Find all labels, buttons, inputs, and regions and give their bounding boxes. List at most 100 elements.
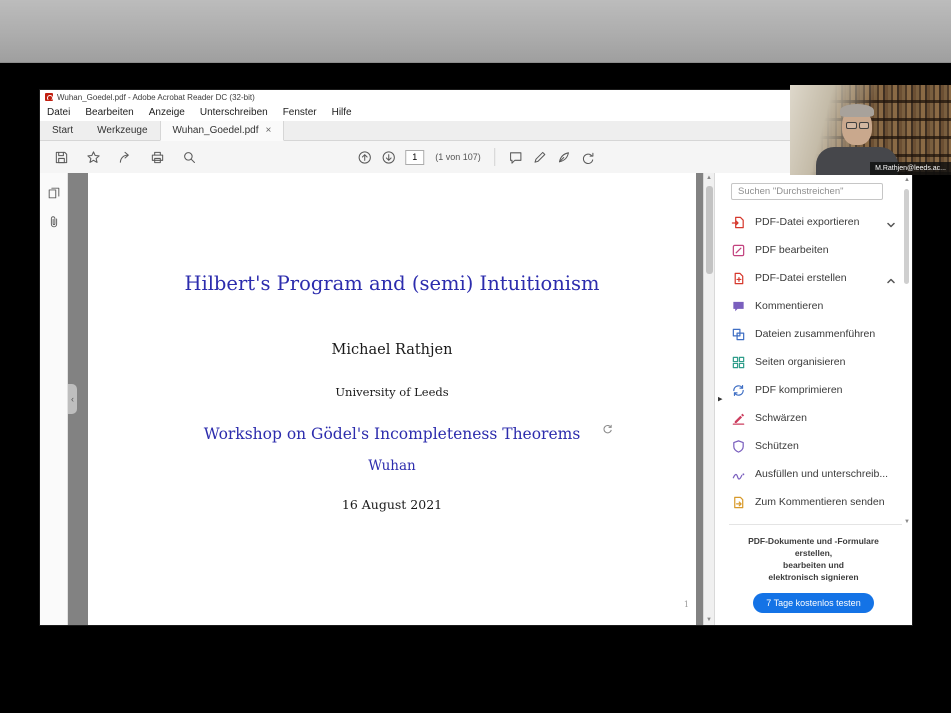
tool-edit-pdf[interactable]: PDF bearbeiten xyxy=(715,236,912,264)
attachments-icon[interactable] xyxy=(47,215,61,229)
tool-label: Schützen xyxy=(755,440,799,452)
tools-panel-scrollbar-thumb[interactable] xyxy=(904,189,909,284)
promo-line-2: bearbeiten und xyxy=(729,560,898,572)
page-thumbnails-icon[interactable] xyxy=(47,186,61,200)
organize-pages-icon xyxy=(731,355,746,370)
event-location: Wuhan xyxy=(88,458,696,474)
tool-export-pdf[interactable]: PDF-Datei exportieren xyxy=(715,208,912,236)
tab-start-label: Start xyxy=(52,125,73,136)
comment-icon xyxy=(731,299,746,314)
tool-protect[interactable]: Schützen xyxy=(715,432,912,460)
page-count-label: (1 von 107) xyxy=(435,152,481,162)
author-name: Michael Rathjen xyxy=(88,342,696,358)
document-viewport[interactable]: Hilbert's Program and (semi) Intuitionis… xyxy=(68,173,714,625)
slide-title: Hilbert's Program and (semi) Intuitionis… xyxy=(88,272,696,295)
window-body: Hilbert's Program and (semi) Intuitionis… xyxy=(40,173,912,625)
export-pdf-icon xyxy=(731,215,746,230)
tool-label: Ausfüllen und unterschreib... xyxy=(755,468,888,480)
speaker-glasses xyxy=(846,122,869,129)
create-pdf-icon xyxy=(731,271,746,286)
menu-datei[interactable]: Datei xyxy=(47,107,70,118)
event-date: 16 August 2021 xyxy=(88,497,696,512)
rotate-pointer-icon xyxy=(602,419,613,430)
webcam-name-label: M.Rathjen@leeds.ac... xyxy=(870,162,951,175)
tool-create-pdf[interactable]: PDF-Datei erstellen xyxy=(715,264,912,292)
tool-redact[interactable]: Schwärzen xyxy=(715,404,912,432)
tool-label: PDF komprimieren xyxy=(755,384,843,396)
tools-panel-scrollbar[interactable]: ▲ ▼ xyxy=(903,177,911,525)
tools-list: PDF-Datei exportieren PDF bearbeiten xyxy=(715,208,912,516)
protect-icon xyxy=(731,439,746,454)
window-title: Wuhan_Goedel.pdf - Adobe Acrobat Reader … xyxy=(57,93,255,102)
webcam-video-tile[interactable]: M.Rathjen@leeds.ac... xyxy=(790,85,951,175)
tool-fill-sign[interactable]: Ausfüllen und unterschreib... xyxy=(715,460,912,488)
zoom-icon[interactable] xyxy=(182,150,197,165)
slide-page-number: 1 xyxy=(684,600,689,609)
tab-close-icon[interactable]: × xyxy=(266,125,272,136)
document-scrollbar-thumb[interactable] xyxy=(706,186,713,274)
fill-sign-icon xyxy=(731,467,746,482)
left-nav-rail xyxy=(40,173,68,625)
tab-start[interactable]: Start xyxy=(40,121,85,140)
menu-unterschreiben[interactable]: Unterschreiben xyxy=(200,107,268,118)
chevron-up-icon[interactable] xyxy=(886,273,896,283)
redact-icon xyxy=(731,411,746,426)
tab-document[interactable]: Wuhan_Goedel.pdf × xyxy=(160,121,285,141)
tab-bar: Start Werkzeuge Wuhan_Goedel.pdf × xyxy=(40,121,912,141)
sign-pen-icon[interactable] xyxy=(556,150,571,165)
panel-scroll-down-icon[interactable]: ▼ xyxy=(903,519,911,525)
tool-label: Kommentieren xyxy=(755,300,823,312)
toolbar-left-group xyxy=(54,141,197,173)
comment-tool-icon[interactable] xyxy=(508,150,523,165)
tool-combine-files[interactable]: Dateien zusammenführen xyxy=(715,320,912,348)
fill-sign-tool-icon[interactable] xyxy=(532,150,547,165)
tool-compress-pdf[interactable]: PDF komprimieren xyxy=(715,376,912,404)
send-and-track-icon[interactable] xyxy=(580,150,595,165)
main-toolbar: (1 von 107) xyxy=(40,141,912,174)
tool-organize-pages[interactable]: Seiten organisieren xyxy=(715,348,912,376)
tool-label: Schwärzen xyxy=(755,412,807,424)
tool-send-for-comments[interactable]: Zum Kommentieren senden xyxy=(715,488,912,516)
tool-comment[interactable]: Kommentieren xyxy=(715,292,912,320)
tool-label: Seiten organisieren xyxy=(755,356,845,368)
scroll-down-icon[interactable]: ▼ xyxy=(704,617,714,623)
tab-werkzeuge[interactable]: Werkzeuge xyxy=(85,121,159,140)
edit-pdf-icon xyxy=(731,243,746,258)
acrobat-app-icon xyxy=(45,93,53,101)
speaker-hair xyxy=(840,104,874,117)
panel-divider xyxy=(729,524,902,525)
send-comments-icon xyxy=(731,495,746,510)
promo-line-3: elektronisch signieren xyxy=(729,572,898,584)
menu-anzeige[interactable]: Anzeige xyxy=(149,107,185,118)
document-scrollbar[interactable]: ▲ ▼ xyxy=(703,173,714,625)
menu-hilfe[interactable]: Hilfe xyxy=(332,107,352,118)
menu-bar: Datei Bearbeiten Anzeige Unterschreiben … xyxy=(40,104,912,121)
save-icon[interactable] xyxy=(54,150,69,165)
menu-bearbeiten[interactable]: Bearbeiten xyxy=(85,107,133,118)
tool-label: PDF-Datei exportieren xyxy=(755,216,859,228)
previous-page-icon[interactable] xyxy=(357,150,372,165)
print-icon[interactable] xyxy=(150,150,165,165)
combine-files-icon xyxy=(731,327,746,342)
share-icon[interactable] xyxy=(118,150,133,165)
tool-label: Dateien zusammenführen xyxy=(755,328,875,340)
pdf-page[interactable]: Hilbert's Program and (semi) Intuitionis… xyxy=(88,173,696,625)
chevron-down-icon[interactable] xyxy=(886,217,896,227)
free-trial-button[interactable]: 7 Tage kostenlos testen xyxy=(753,593,873,613)
star-icon[interactable] xyxy=(86,150,101,165)
next-page-icon[interactable] xyxy=(381,150,396,165)
screen: { "window": { "title": "Wuhan_Goedel.pdf… xyxy=(0,0,951,713)
menu-fenster[interactable]: Fenster xyxy=(283,107,317,118)
promo-line-1: PDF-Dokumente und -Formulare erstellen, xyxy=(729,536,898,560)
scroll-up-icon[interactable]: ▲ xyxy=(704,175,714,181)
tools-panel: ▸ PDF-Datei exportieren xyxy=(714,173,912,625)
acrobat-window: Wuhan_Goedel.pdf - Adobe Acrobat Reader … xyxy=(40,90,912,625)
toolbar-separator xyxy=(494,148,495,166)
tab-werkzeuge-label: Werkzeuge xyxy=(97,125,147,136)
tools-search-input[interactable] xyxy=(731,183,883,200)
affiliation: University of Leeds xyxy=(88,385,696,399)
tool-label: PDF bearbeiten xyxy=(755,244,829,256)
page-number-input[interactable] xyxy=(405,150,424,165)
panel-scroll-up-icon[interactable]: ▲ xyxy=(903,177,911,183)
collapse-left-panel-handle[interactable]: ‹ xyxy=(68,384,77,414)
